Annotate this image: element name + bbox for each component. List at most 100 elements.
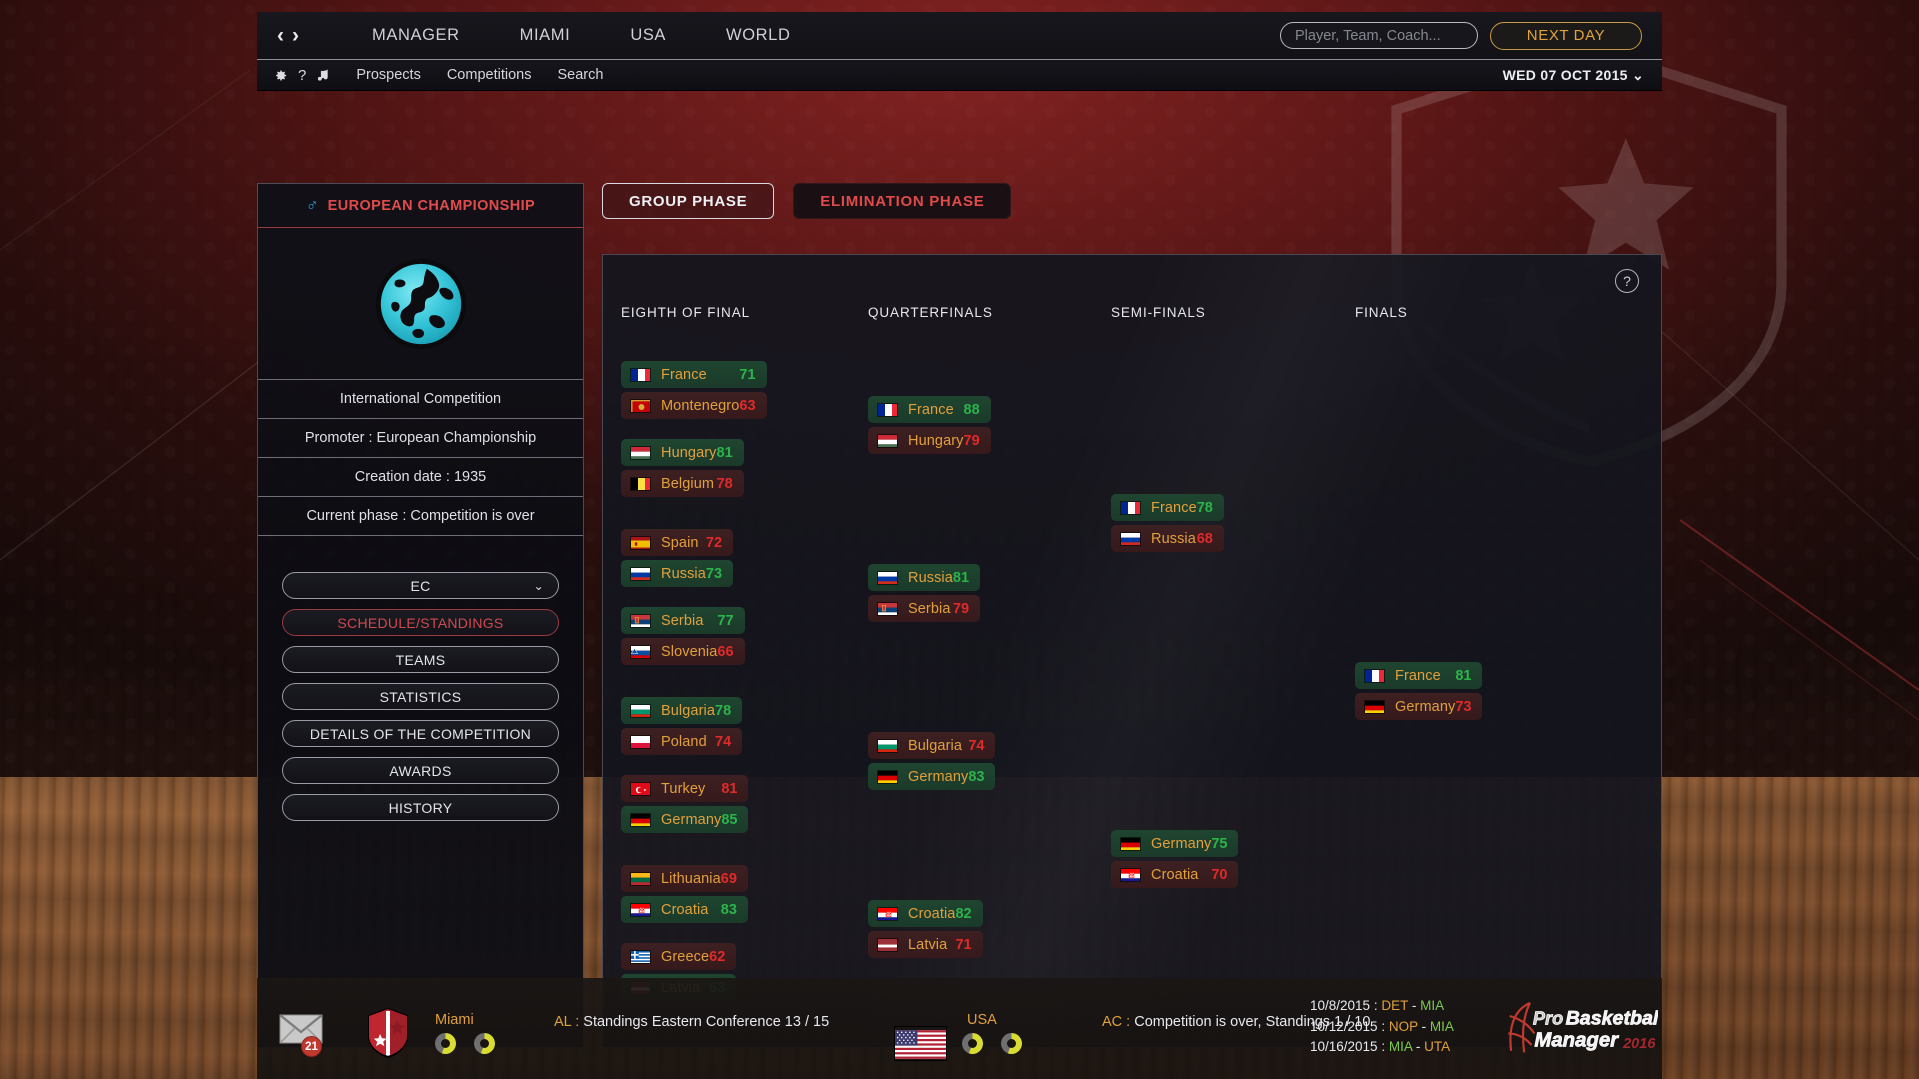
club-shield-icon[interactable] bbox=[367, 1007, 409, 1063]
team-name: Croatia bbox=[1151, 866, 1199, 883]
bracket-team-row[interactable]: Greece 62 bbox=[621, 943, 737, 970]
search-input[interactable] bbox=[1280, 22, 1478, 49]
match-eighth-5: Bulgaria 78 Poland 74 bbox=[621, 697, 743, 759]
tab-group-phase[interactable]: GROUP PHASE bbox=[602, 183, 775, 219]
bracket-team-row[interactable]: Croatia 83 bbox=[621, 896, 748, 923]
competition-creation-date: Creation date : 1935 bbox=[258, 458, 583, 497]
bracket-team-row[interactable]: Slovenia 66 bbox=[621, 638, 745, 665]
flag-icon-hu bbox=[630, 445, 651, 460]
unread-mail-count[interactable]: 21 bbox=[301, 1036, 322, 1057]
flag-icon-de bbox=[1120, 836, 1141, 851]
bracket-team-row[interactable]: Turkey 81 bbox=[621, 775, 749, 802]
team-name: Croatia bbox=[908, 905, 956, 922]
team-score: 74 bbox=[715, 733, 732, 750]
bracket-team-row[interactable]: Germany 75 bbox=[1111, 830, 1239, 857]
back-arrow-icon[interactable]: ‹ bbox=[277, 24, 284, 48]
fixture-away-team: MIA bbox=[1420, 998, 1445, 1013]
sidebar-item-history[interactable]: HISTORY bbox=[282, 794, 559, 821]
game-logo-pro: Pro bbox=[1533, 1009, 1563, 1029]
team-name: Spain bbox=[661, 534, 699, 551]
sidebar-item-schedule-standings[interactable]: SCHEDULE/STANDINGS bbox=[282, 609, 559, 636]
current-date-selector[interactable]: WED 07 OCT 2015 ⌄ bbox=[1503, 67, 1644, 84]
bracket-team-row[interactable]: Montenegro 63 bbox=[621, 392, 767, 419]
forward-arrow-icon[interactable]: › bbox=[292, 24, 299, 48]
menu-item-miami[interactable]: MIAMI bbox=[490, 26, 601, 45]
flag-icon-ru bbox=[1120, 531, 1141, 546]
chevron-down-icon: ⌄ bbox=[533, 578, 544, 593]
bracket-team-row[interactable]: Belgium 78 bbox=[621, 470, 744, 497]
bracket-team-row[interactable]: Hungary 81 bbox=[621, 439, 744, 466]
team-score: 81 bbox=[1455, 667, 1472, 684]
menu-item-world[interactable]: WORLD bbox=[696, 26, 820, 45]
flag-icon-fr bbox=[1120, 500, 1141, 515]
sidebar-item-teams[interactable]: TEAMS bbox=[282, 646, 559, 673]
bracket-team-row[interactable]: Bulgaria 74 bbox=[868, 732, 996, 759]
menu-item-manager[interactable]: MANAGER bbox=[346, 26, 490, 45]
bracket-team-row[interactable]: Lithuania 69 bbox=[621, 865, 748, 892]
match-eighth-6: Turkey 81 Germany 85 bbox=[621, 775, 749, 837]
team-name: Bulgaria bbox=[908, 737, 962, 754]
fixture-row[interactable]: 10/16/2015 : MIA - UTA bbox=[1310, 1037, 1500, 1058]
bracket-team-row[interactable]: Germany 73 bbox=[1355, 693, 1483, 720]
bracket-team-row[interactable]: France 81 bbox=[1355, 662, 1483, 689]
bracket-team-row[interactable]: Russia 68 bbox=[1111, 525, 1224, 552]
next-day-button[interactable]: NEXT DAY bbox=[1490, 21, 1642, 50]
link-search[interactable]: Search bbox=[557, 67, 603, 83]
team-name: Belgium bbox=[661, 475, 715, 492]
question-icon[interactable]: ? bbox=[298, 67, 306, 84]
fixture-row[interactable]: 10/8/2015 : DET - MIA bbox=[1310, 996, 1500, 1017]
team-name: Montenegro bbox=[661, 397, 740, 414]
club-name: Miami bbox=[435, 1012, 474, 1028]
sidebar-item-awards[interactable]: AWARDS bbox=[282, 757, 559, 784]
bracket-team-row[interactable]: Hungary 79 bbox=[868, 427, 991, 454]
round-header-quarter: QUARTERFINALS bbox=[868, 305, 993, 320]
sidebar-item-statistics[interactable]: STATISTICS bbox=[282, 683, 559, 710]
bracket-team-row[interactable]: France 71 bbox=[621, 361, 767, 388]
team-score: 74 bbox=[968, 737, 985, 754]
fixture-dash: - bbox=[1417, 1018, 1430, 1034]
gear-icon[interactable] bbox=[273, 68, 288, 83]
sidebar-item-details[interactable]: DETAILS OF THE COMPETITION bbox=[282, 720, 559, 747]
history-nav-arrows: ‹ › bbox=[277, 24, 299, 48]
link-competitions[interactable]: Competitions bbox=[447, 67, 532, 83]
music-note-icon[interactable] bbox=[316, 68, 330, 83]
match-eighth-3: Spain 72 Russia 73 bbox=[621, 529, 734, 591]
bracket-team-row[interactable]: Croatia 70 bbox=[1111, 861, 1239, 888]
fixture-home-team: DET bbox=[1381, 998, 1409, 1013]
bracket-team-row[interactable]: France 78 bbox=[1111, 494, 1224, 521]
bracket-team-row[interactable]: Germany 83 bbox=[868, 763, 996, 790]
team-name: Latvia bbox=[908, 936, 948, 953]
bracket-team-row[interactable]: Serbia 77 bbox=[621, 607, 745, 634]
team-score: 79 bbox=[963, 432, 980, 449]
team-name: Hungary bbox=[908, 432, 964, 449]
bracket-team-row[interactable]: Germany 85 bbox=[621, 806, 749, 833]
match-quarter-4: Croatia 82 Latvia 71 bbox=[868, 900, 983, 962]
bracket-team-row[interactable]: Latvia 71 bbox=[868, 931, 983, 958]
team-name: France bbox=[1395, 667, 1441, 684]
bracket-team-row[interactable]: Bulgaria 78 bbox=[621, 697, 743, 724]
link-prospects[interactable]: Prospects bbox=[356, 67, 420, 83]
team-score: 75 bbox=[1211, 835, 1228, 852]
bracket-team-row[interactable]: France 88 bbox=[868, 396, 991, 423]
flag-icon-de bbox=[877, 769, 898, 784]
competition-select-ec[interactable]: EC ⌄ bbox=[282, 572, 559, 599]
flag-icon-fr bbox=[630, 367, 651, 382]
bracket-team-row[interactable]: Russia 73 bbox=[621, 560, 734, 587]
menu-item-usa[interactable]: USA bbox=[600, 26, 696, 45]
bracket-team-row[interactable]: Croatia 82 bbox=[868, 900, 983, 927]
tab-elimination-phase[interactable]: ELIMINATION PHASE bbox=[793, 183, 1012, 219]
fixture-dash: - bbox=[1408, 998, 1421, 1013]
country-gauge-1 bbox=[962, 1033, 983, 1054]
bracket-team-row[interactable]: Poland 74 bbox=[621, 728, 743, 755]
current-date-label: WED 07 OCT 2015 bbox=[1502, 66, 1628, 83]
application-window: ‹ › MANAGER MIAMI USA WORLD NEXT DAY ? bbox=[257, 12, 1665, 1079]
help-icon[interactable]: ? bbox=[1615, 269, 1639, 293]
fixture-row[interactable]: 10/12/2015 : NOP - MIA bbox=[1310, 1017, 1500, 1038]
flag-icon-gr bbox=[630, 949, 651, 964]
bracket-team-row[interactable]: Serbia 79 bbox=[868, 595, 981, 622]
team-name: Hungary bbox=[661, 444, 717, 461]
bracket-team-row[interactable]: Spain 72 bbox=[621, 529, 734, 556]
fixture-date: 10/12/2015 bbox=[1310, 1018, 1378, 1034]
bracket-team-row[interactable]: Russia 81 bbox=[868, 564, 981, 591]
team-score: 72 bbox=[705, 534, 723, 551]
